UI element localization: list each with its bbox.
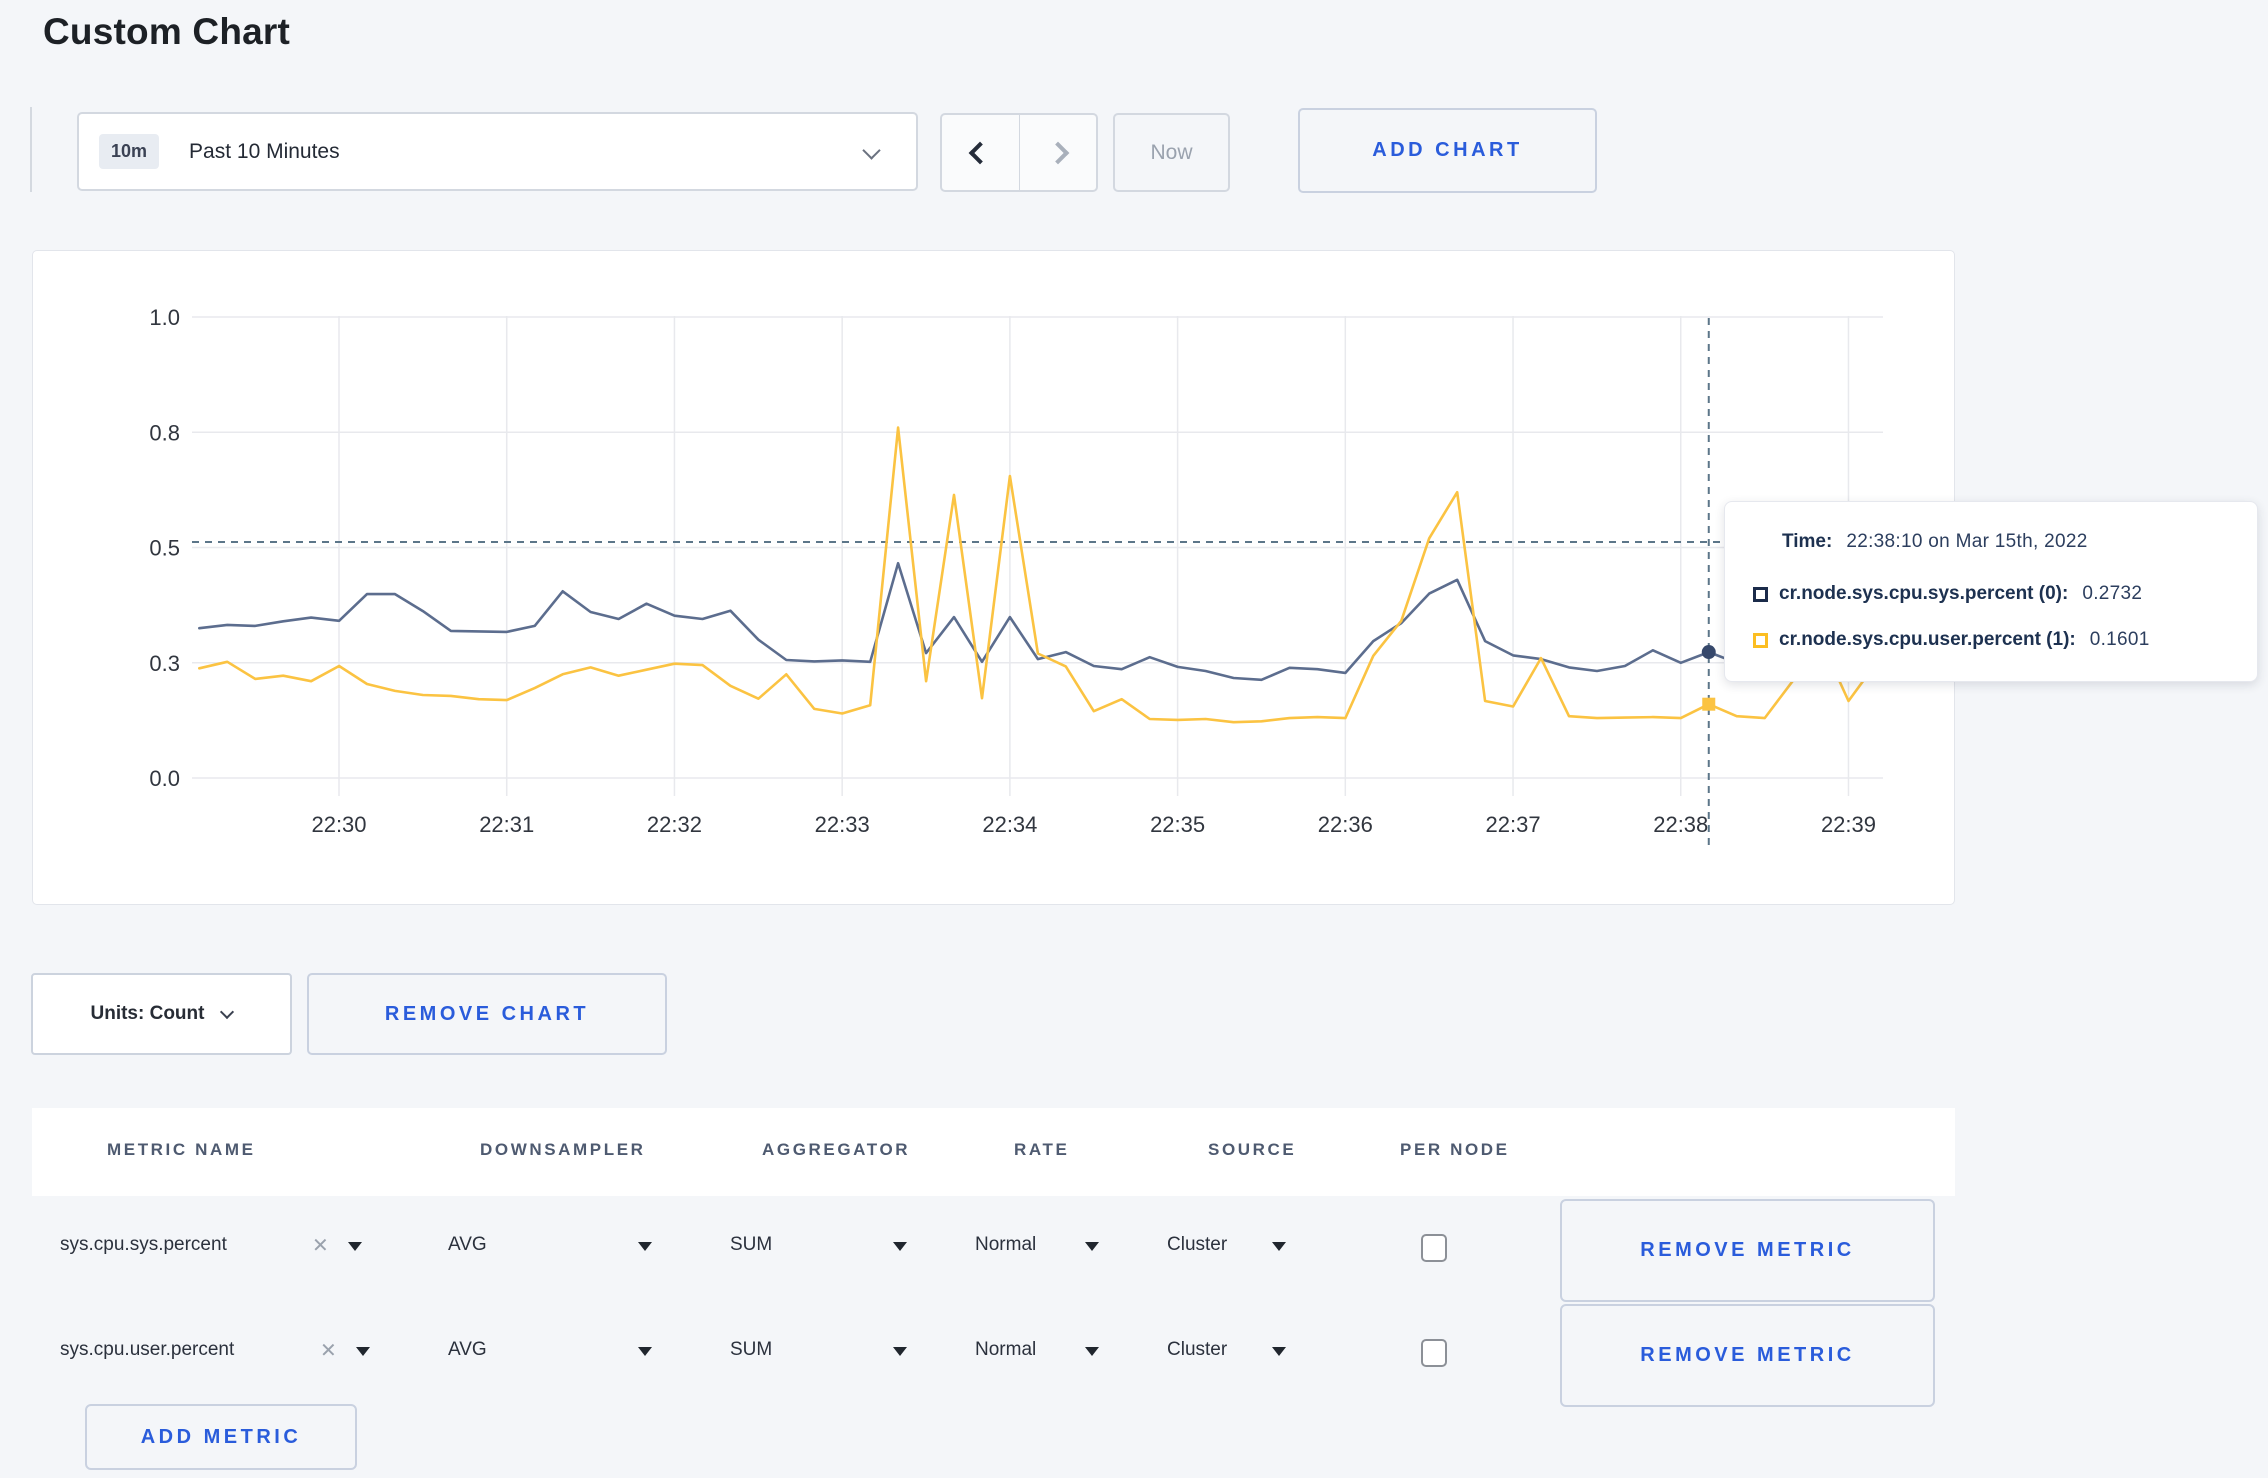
remove-metric-x-icon[interactable]: ✕ bbox=[312, 1233, 329, 1258]
svg-text:22:31: 22:31 bbox=[479, 812, 534, 837]
remove-metric-x-icon[interactable]: ✕ bbox=[320, 1338, 337, 1363]
units-select-label: Units: Count bbox=[90, 1003, 205, 1024]
col-header-aggregator: AGGREGATOR bbox=[762, 1140, 911, 1159]
col-header-source: SOURCE bbox=[1208, 1140, 1297, 1159]
remove-metric-button[interactable]: REMOVE METRIC bbox=[1560, 1304, 1935, 1407]
col-header-per-node: PER NODE bbox=[1400, 1140, 1510, 1159]
chevron-down-icon bbox=[220, 1004, 235, 1020]
source-caret-icon[interactable] bbox=[1272, 1242, 1286, 1251]
downsampler-caret-icon[interactable] bbox=[638, 1347, 652, 1356]
metric-dropdown-caret-icon[interactable] bbox=[348, 1242, 362, 1251]
per-node-checkbox[interactable] bbox=[1421, 1339, 1447, 1367]
tooltip-series-value: 0.1601 bbox=[2089, 629, 2150, 650]
remove-metric-button[interactable]: REMOVE METRIC bbox=[1560, 1199, 1935, 1302]
svg-text:22:34: 22:34 bbox=[982, 812, 1037, 837]
svg-text:22:35: 22:35 bbox=[1150, 812, 1205, 837]
rate-caret-icon[interactable] bbox=[1085, 1242, 1099, 1251]
chart-tooltip: Time: 22:38:10 on Mar 15th, 2022 cr.node… bbox=[1724, 501, 2258, 682]
svg-text:22:33: 22:33 bbox=[815, 812, 870, 837]
metric-name-value: sys.cpu.user.percent bbox=[60, 1339, 235, 1360]
col-header-rate: RATE bbox=[1014, 1140, 1070, 1159]
svg-text:22:37: 22:37 bbox=[1486, 812, 1541, 837]
source-select[interactable]: Cluster bbox=[1167, 1234, 1227, 1256]
tooltip-series-label: cr.node.sys.cpu.user.percent (1): bbox=[1779, 629, 2076, 650]
aggregator-select[interactable]: SUM bbox=[730, 1339, 772, 1361]
svg-text:0.8: 0.8 bbox=[149, 420, 180, 445]
svg-text:22:38: 22:38 bbox=[1653, 812, 1708, 837]
tooltip-time-label: Time: bbox=[1782, 531, 1833, 552]
series-user-legend-swatch-icon bbox=[1753, 632, 1768, 648]
per-node-checkbox[interactable] bbox=[1421, 1234, 1447, 1262]
add-metric-button[interactable]: ADD METRIC bbox=[85, 1404, 357, 1470]
downsampler-select[interactable]: AVG bbox=[448, 1339, 487, 1361]
aggregator-caret-icon[interactable] bbox=[893, 1242, 907, 1251]
aggregator-select[interactable]: SUM bbox=[730, 1234, 772, 1256]
remove-chart-button[interactable]: REMOVE CHART bbox=[307, 973, 667, 1055]
aggregator-caret-icon[interactable] bbox=[893, 1347, 907, 1356]
units-select[interactable]: Units: Count bbox=[31, 973, 292, 1055]
tooltip-series-value: 0.2732 bbox=[2082, 583, 2143, 604]
series-sys-legend-swatch-icon bbox=[1753, 586, 1768, 602]
tooltip-series-label: cr.node.sys.cpu.sys.percent (0): bbox=[1779, 583, 2069, 604]
rate-select[interactable]: Normal bbox=[975, 1339, 1036, 1361]
svg-text:22:36: 22:36 bbox=[1318, 812, 1373, 837]
hover-marker-sys bbox=[1701, 645, 1716, 660]
col-header-downsampler: DOWNSAMPLER bbox=[480, 1140, 646, 1159]
svg-text:22:30: 22:30 bbox=[311, 812, 366, 837]
metric-name-value: sys.cpu.sys.percent bbox=[60, 1234, 227, 1255]
series-line-1 bbox=[198, 426, 1878, 724]
svg-text:1.0: 1.0 bbox=[149, 305, 180, 330]
svg-text:0.0: 0.0 bbox=[149, 766, 180, 791]
svg-text:0.5: 0.5 bbox=[149, 536, 180, 561]
tooltip-time-value: 22:38:10 on Mar 15th, 2022 bbox=[1846, 531, 2088, 552]
rate-caret-icon[interactable] bbox=[1085, 1347, 1099, 1356]
col-header-metric-name: METRIC NAME bbox=[107, 1140, 256, 1159]
hover-marker-user bbox=[1702, 697, 1716, 711]
svg-text:22:39: 22:39 bbox=[1821, 812, 1876, 837]
rate-select[interactable]: Normal bbox=[975, 1234, 1036, 1256]
downsampler-select[interactable]: AVG bbox=[448, 1234, 487, 1256]
svg-text:22:32: 22:32 bbox=[647, 812, 702, 837]
svg-text:0.3: 0.3 bbox=[149, 651, 180, 676]
downsampler-caret-icon[interactable] bbox=[638, 1242, 652, 1251]
x-grid-and-labels: 22:30 22:31 22:32 22:33 22:34 22:35 22:36 22:37… bbox=[311, 316, 1876, 837]
metric-dropdown-caret-icon[interactable] bbox=[356, 1347, 370, 1356]
source-caret-icon[interactable] bbox=[1272, 1347, 1286, 1356]
metrics-table-header: METRIC NAME DOWNSAMPLER AGGREGATOR RATE … bbox=[32, 1108, 1955, 1196]
source-select[interactable]: Cluster bbox=[1167, 1339, 1227, 1361]
